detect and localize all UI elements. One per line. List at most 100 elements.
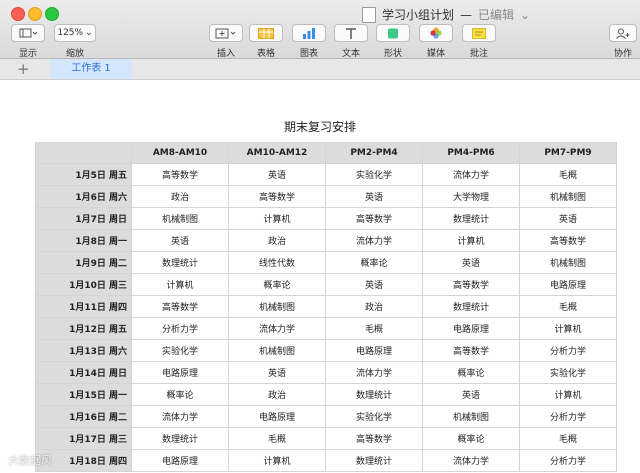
column-header[interactable]: PM7-PM9 xyxy=(519,142,617,164)
tab-sheet-1[interactable]: 工作表 1 xyxy=(50,59,132,79)
table-cell[interactable]: 机械制图 xyxy=(228,339,326,362)
row-header[interactable]: 1月9日 周二 xyxy=(35,251,132,274)
table-cell[interactable]: 英语 xyxy=(228,361,326,384)
table-cell[interactable]: 分析力学 xyxy=(131,317,229,340)
table-cell[interactable]: 英语 xyxy=(519,207,617,230)
sheet-canvas[interactable]: 期末复习安排 AM8-AM10 AM10-AM12 PM2-PM4 PM4-PM… xyxy=(0,80,640,473)
table-cell[interactable]: 实验化学 xyxy=(519,361,617,384)
media-button[interactable] xyxy=(419,24,453,42)
table-cell[interactable]: 毛概 xyxy=(519,295,617,318)
table-cell[interactable]: 机械制图 xyxy=(422,405,520,428)
close-button[interactable] xyxy=(11,7,25,21)
table-cell[interactable]: 计算机 xyxy=(519,317,617,340)
toolbar-text[interactable]: 文本 xyxy=(333,24,369,59)
table-cell[interactable]: 分析力学 xyxy=(519,405,617,428)
table-cell[interactable]: 大学物理 xyxy=(422,185,520,208)
table-cell[interactable]: 实验化学 xyxy=(131,339,229,362)
toolbar-media[interactable]: 媒体 xyxy=(418,24,454,59)
table-cell[interactable]: 政治 xyxy=(228,229,326,252)
table-cell[interactable]: 毛概 xyxy=(325,317,423,340)
column-header[interactable]: PM4-PM6 xyxy=(422,142,520,164)
toolbar-comment[interactable]: 批注 xyxy=(461,24,497,59)
table-cell[interactable]: 计算机 xyxy=(519,383,617,406)
toolbar-view[interactable]: 显示 xyxy=(10,24,46,59)
table-cell[interactable]: 计算机 xyxy=(131,273,229,296)
table-cell[interactable]: 机械制图 xyxy=(519,185,617,208)
toolbar-collaborate[interactable]: 协作 xyxy=(608,24,638,59)
row-header[interactable]: 1月5日 周五 xyxy=(35,163,132,186)
table-cell[interactable]: 实验化学 xyxy=(325,405,423,428)
table-button[interactable] xyxy=(249,24,283,42)
table-cell[interactable]: 分析力学 xyxy=(519,339,617,362)
table-cell[interactable]: 电路原理 xyxy=(131,449,229,472)
toolbar-chart[interactable]: 图表 xyxy=(291,24,327,59)
table-title[interactable]: 期末复习安排 xyxy=(0,118,640,135)
toolbar-shape[interactable]: 形状 xyxy=(375,24,411,59)
shape-button[interactable] xyxy=(376,24,410,42)
table-cell[interactable]: 实验化学 xyxy=(325,163,423,186)
row-header[interactable]: 1月7日 周日 xyxy=(35,207,132,230)
row-header[interactable]: 1月17日 周三 xyxy=(35,427,132,450)
add-sheet-button[interactable]: + xyxy=(17,59,30,79)
table-cell[interactable]: 机械制图 xyxy=(228,295,326,318)
toolbar-table[interactable]: 表格 xyxy=(248,24,284,59)
row-header[interactable]: 1月16日 周二 xyxy=(35,405,132,428)
text-button[interactable] xyxy=(334,24,368,42)
schedule-table[interactable]: AM8-AM10 AM10-AM12 PM2-PM4 PM4-PM6 PM7-P… xyxy=(35,142,617,472)
table-cell[interactable]: 高等数学 xyxy=(325,427,423,450)
table-cell[interactable]: 高等数学 xyxy=(422,273,520,296)
column-header[interactable]: AM8-AM10 xyxy=(131,142,229,164)
column-header[interactable]: AM10-AM12 xyxy=(228,142,326,164)
table-cell[interactable]: 高等数学 xyxy=(228,185,326,208)
table-cell[interactable]: 计算机 xyxy=(228,207,326,230)
row-header[interactable]: 1月11日 周四 xyxy=(35,295,132,318)
insert-button[interactable] xyxy=(209,24,243,42)
table-cell[interactable]: 数理统计 xyxy=(325,383,423,406)
table-cell[interactable]: 电路原理 xyxy=(325,339,423,362)
table-cell[interactable]: 英语 xyxy=(422,383,520,406)
toolbar-zoom[interactable]: 125% ⌄ 缩放 xyxy=(54,24,96,59)
table-cell[interactable]: 线性代数 xyxy=(228,251,326,274)
row-header[interactable]: 1月15日 周一 xyxy=(35,383,132,406)
table-cell[interactable]: 概率论 xyxy=(422,427,520,450)
table-cell[interactable]: 高等数学 xyxy=(131,163,229,186)
table-cell[interactable]: 高等数学 xyxy=(131,295,229,318)
table-cell[interactable]: 概率论 xyxy=(131,383,229,406)
table-cell[interactable]: 高等数学 xyxy=(519,229,617,252)
table-cell[interactable]: 政治 xyxy=(325,295,423,318)
toolbar-insert[interactable]: 插入 xyxy=(208,24,244,59)
table-cell[interactable]: 计算机 xyxy=(422,229,520,252)
table-cell[interactable]: 毛概 xyxy=(519,427,617,450)
maximize-button[interactable] xyxy=(45,7,59,21)
table-cell[interactable]: 英语 xyxy=(422,251,520,274)
collaborate-button[interactable] xyxy=(609,24,637,42)
table-cell[interactable]: 概率论 xyxy=(325,251,423,274)
table-cell[interactable]: 流体力学 xyxy=(228,317,326,340)
table-cell[interactable]: 数理统计 xyxy=(131,251,229,274)
row-header[interactable]: 1月6日 周六 xyxy=(35,185,132,208)
table-cell[interactable]: 概率论 xyxy=(422,361,520,384)
table-cell[interactable]: 流体力学 xyxy=(325,361,423,384)
corner-cell[interactable] xyxy=(35,142,132,164)
table-cell[interactable]: 流体力学 xyxy=(422,163,520,186)
table-cell[interactable]: 流体力学 xyxy=(422,449,520,472)
table-cell[interactable]: 政治 xyxy=(131,185,229,208)
row-header[interactable]: 1月12日 周五 xyxy=(35,317,132,340)
table-cell[interactable]: 数理统计 xyxy=(325,449,423,472)
table-cell[interactable]: 电路原理 xyxy=(131,361,229,384)
table-cell[interactable]: 计算机 xyxy=(228,449,326,472)
table-cell[interactable]: 数理统计 xyxy=(422,207,520,230)
table-cell[interactable]: 流体力学 xyxy=(325,229,423,252)
table-cell[interactable]: 英语 xyxy=(325,273,423,296)
table-cell[interactable]: 高等数学 xyxy=(325,207,423,230)
row-header[interactable]: 1月14日 周日 xyxy=(35,361,132,384)
table-cell[interactable]: 毛概 xyxy=(519,163,617,186)
chart-button[interactable] xyxy=(292,24,326,42)
comment-button[interactable] xyxy=(462,24,496,42)
table-cell[interactable]: 电路原理 xyxy=(519,273,617,296)
table-cell[interactable]: 数理统计 xyxy=(422,295,520,318)
row-header[interactable]: 1月10日 周三 xyxy=(35,273,132,296)
table-cell[interactable]: 英语 xyxy=(325,185,423,208)
column-header[interactable]: PM2-PM4 xyxy=(325,142,423,164)
table-cell[interactable]: 电路原理 xyxy=(422,317,520,340)
